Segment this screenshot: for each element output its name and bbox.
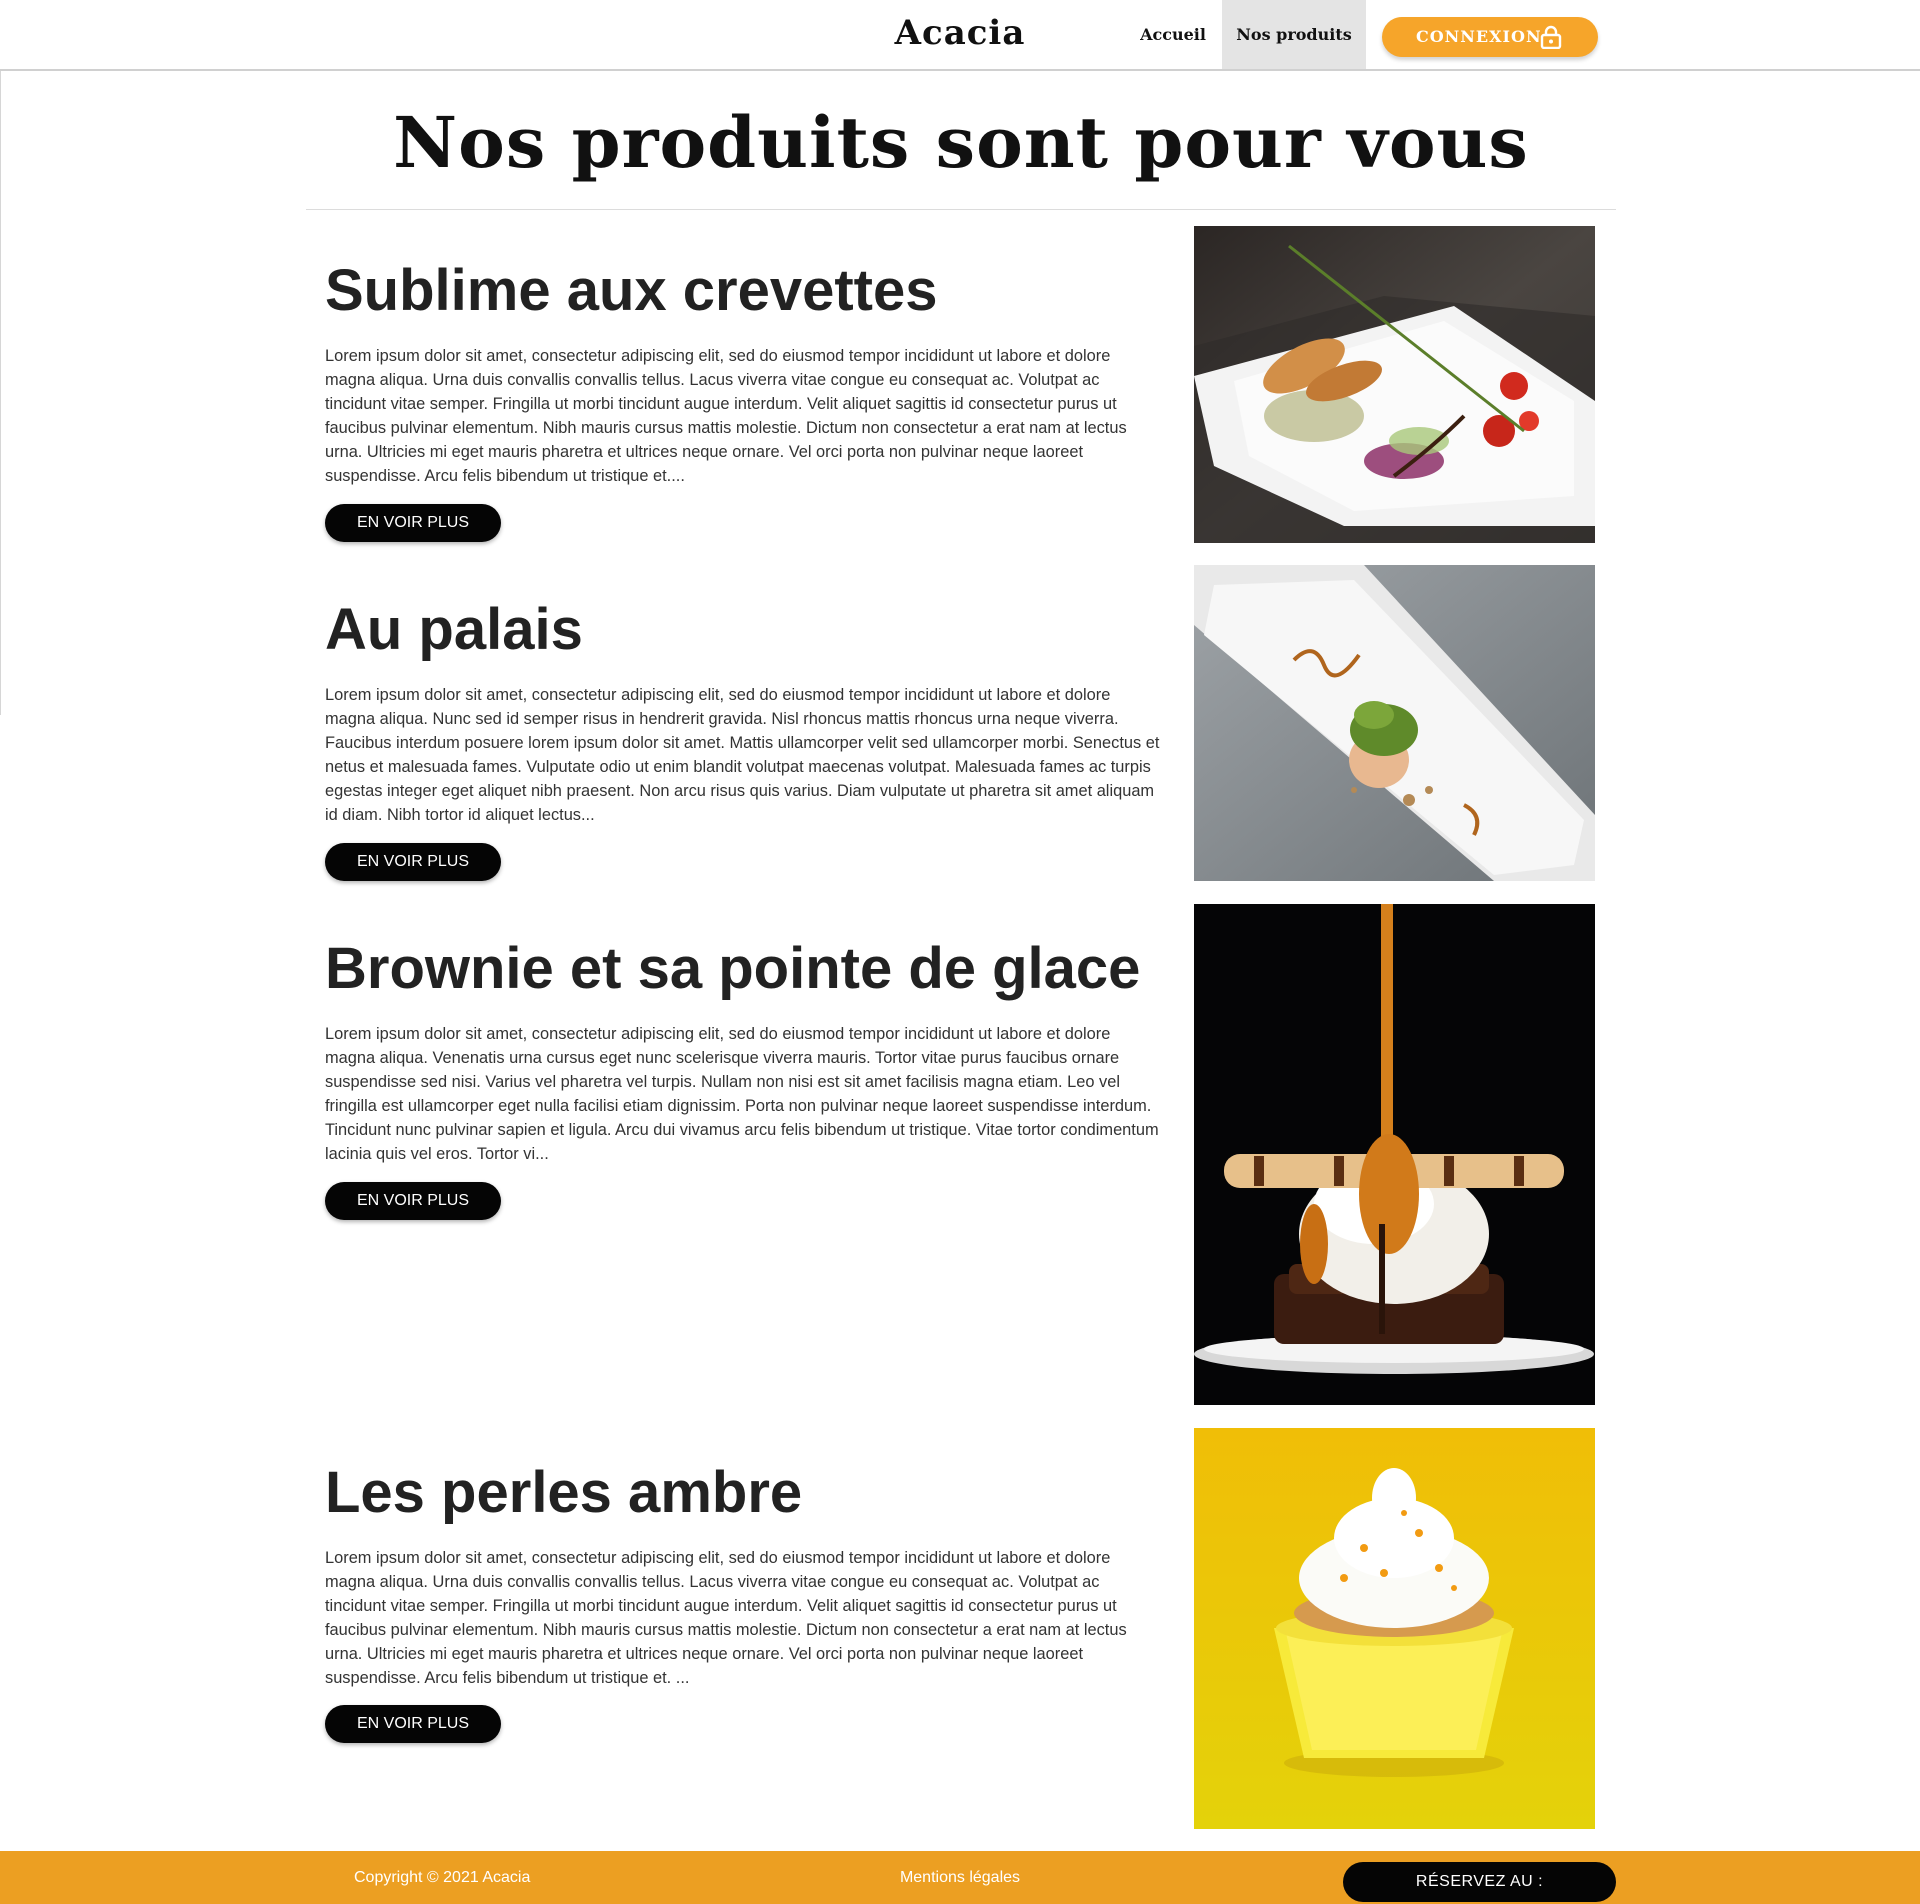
product-description: Lorem ipsum dolor sit amet, consectetur … — [325, 686, 1160, 824]
see-more-button[interactable]: EN VOIR PLUS — [325, 1182, 501, 1220]
product-photo-brownie — [1194, 904, 1595, 1405]
page-title: Nos produits sont pour vous — [393, 101, 1529, 184]
product-photo-cupcake — [1194, 1428, 1595, 1829]
lock-icon — [1540, 25, 1562, 50]
product-name: Au palais — [325, 597, 583, 662]
product-description: Lorem ipsum dolor sit amet, consectetur … — [325, 347, 1127, 485]
product-photo-shrimp — [1194, 226, 1595, 543]
product-photo-au-palais — [1194, 565, 1595, 881]
product-description: Lorem ipsum dolor sit amet, consectetur … — [325, 1025, 1159, 1163]
title-divider — [306, 209, 1616, 210]
see-more-button[interactable]: EN VOIR PLUS — [325, 1705, 501, 1743]
login-button-label: CONNEXION — [1416, 27, 1542, 46]
product-name: Brownie et sa pointe de glace — [325, 936, 1141, 1001]
site-logo[interactable]: Acacia — [880, 8, 1040, 58]
nav-item-nos-produits[interactable]: Nos produits — [1222, 0, 1366, 69]
product-name: Les perles ambre — [325, 1460, 803, 1525]
reserve-button[interactable]: RÉSERVEZ AU : — [1343, 1862, 1616, 1902]
site-header: Acacia Accueil Nos produits CONNEXION — [0, 0, 1920, 71]
copyright-text: Copyright © 2021 Acacia — [354, 1869, 531, 1886]
site-footer: Copyright © 2021 Acacia Mentions légales… — [0, 1851, 1920, 1904]
login-button[interactable]: CONNEXION — [1382, 17, 1598, 57]
legal-notice-link[interactable]: Mentions légales — [860, 1851, 1060, 1904]
nav-item-accueil[interactable]: Accueil — [1128, 0, 1218, 69]
page-edge-left — [0, 0, 1, 715]
see-more-button[interactable]: EN VOIR PLUS — [325, 504, 501, 542]
product-name: Sublime aux crevettes — [325, 258, 938, 323]
product-description: Lorem ipsum dolor sit amet, consectetur … — [325, 1549, 1127, 1687]
see-more-button[interactable]: EN VOIR PLUS — [325, 843, 501, 881]
